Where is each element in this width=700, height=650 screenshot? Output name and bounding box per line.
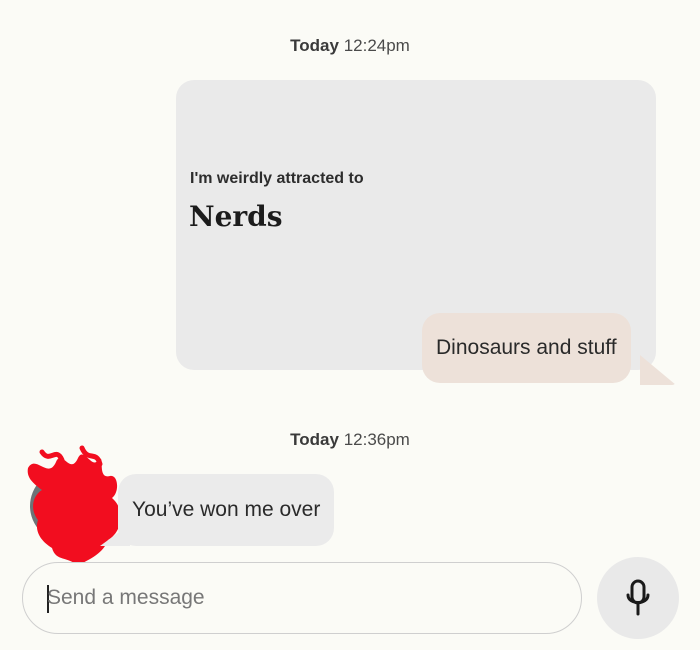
microphone-button[interactable] [597, 557, 679, 639]
incoming-message-bubble[interactable]: You’ve won me over [118, 474, 335, 546]
microphone-icon [626, 579, 650, 616]
outgoing-message-text: Dinosaurs and stuff [436, 336, 617, 359]
redaction-scribble-icon [27, 445, 121, 566]
timestamp-day: Today [290, 36, 339, 55]
incoming-message-text: You’ve won me over [132, 498, 321, 521]
outgoing-message-bubble[interactable]: Dinosaurs and stuff [422, 313, 631, 383]
avatar[interactable] [27, 445, 121, 566]
message-input[interactable] [47, 563, 547, 633]
prompt-answer: Nerds [189, 200, 283, 233]
timestamp-time: 12:24pm [343, 36, 410, 55]
timestamp-first: Today 12:24pm [0, 36, 700, 56]
prompt-question: I'm weirdly attracted to [190, 170, 364, 187]
message-composer[interactable] [22, 562, 582, 634]
timestamp-day: Today [290, 430, 339, 449]
timestamp-time: 12:36pm [343, 430, 410, 449]
